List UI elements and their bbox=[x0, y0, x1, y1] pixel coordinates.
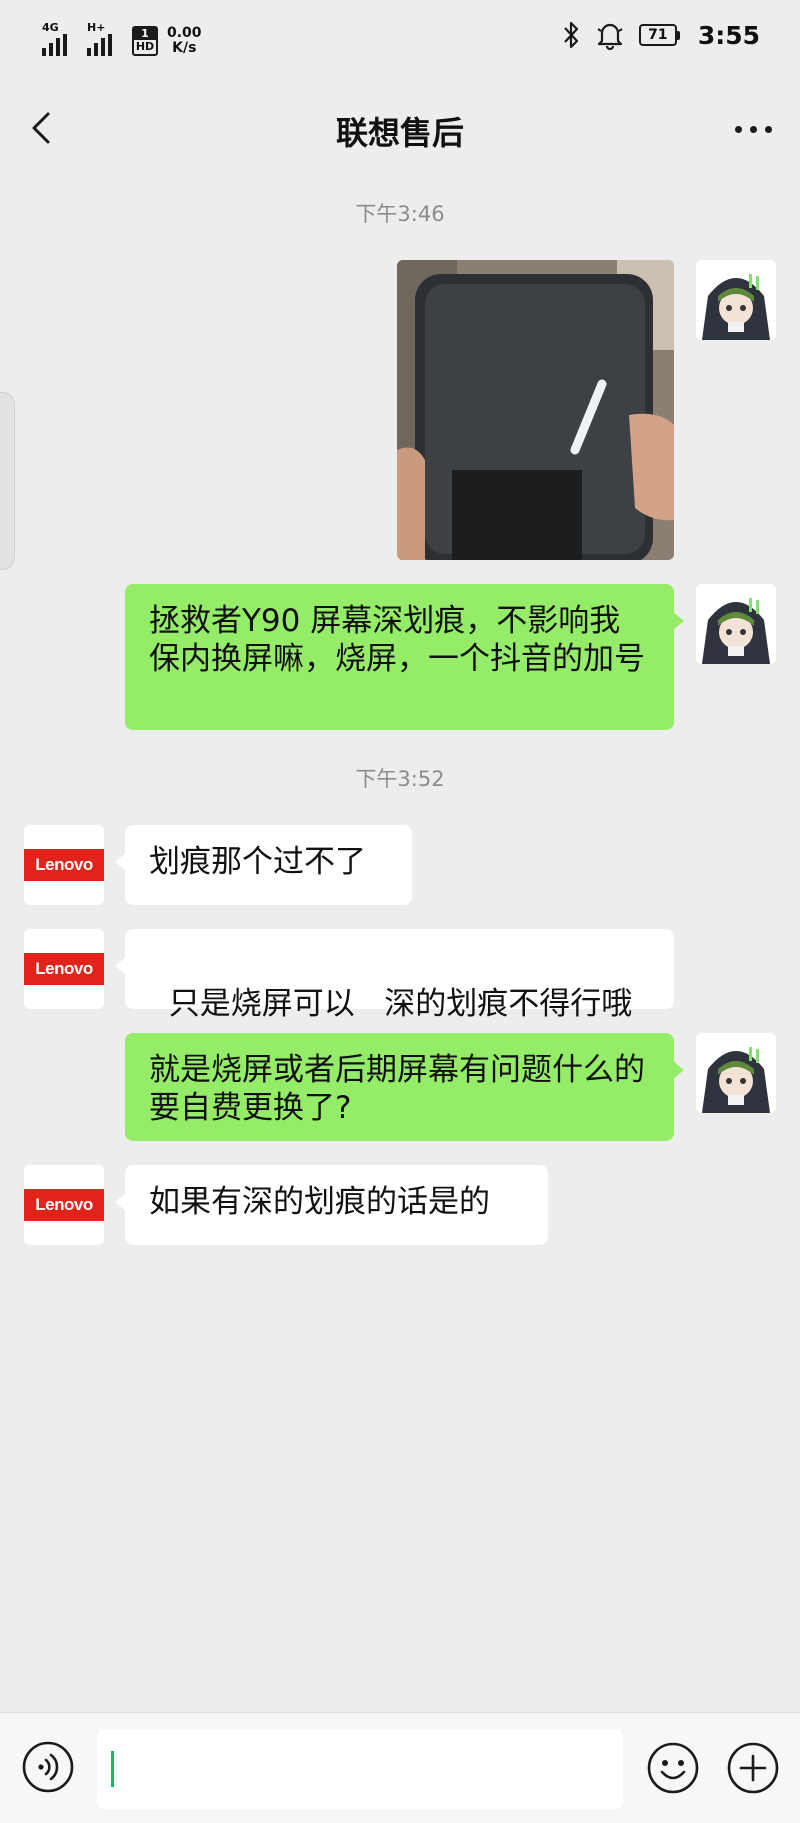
message-text: 拯救者Y90 屏幕深划痕，不影响我保内换屏嘛，烧屏，一个抖音的加号 bbox=[149, 603, 645, 677]
hd-label: HD bbox=[135, 40, 155, 53]
edge-handle[interactable] bbox=[0, 392, 15, 570]
net-speed: 0.00 K/s bbox=[167, 26, 202, 56]
lenovo-logo: Lenovo bbox=[24, 1189, 104, 1221]
battery-level: 71 bbox=[638, 24, 677, 46]
lenovo-avatar[interactable]: Lenovo bbox=[24, 1165, 104, 1245]
clock: 3:55 bbox=[697, 20, 760, 50]
message-text: 划痕那个过不了 bbox=[149, 844, 366, 880]
chat-title: 联想售后 bbox=[335, 114, 464, 152]
message-text: 只是烧屏可以 深的划痕不得行哦 bbox=[168, 986, 633, 1022]
bluetooth-icon bbox=[561, 20, 581, 50]
more-dots-icon[interactable] bbox=[735, 126, 772, 133]
self-avatar[interactable] bbox=[696, 260, 776, 340]
network-type-2: H+ bbox=[87, 21, 106, 34]
self-avatar[interactable] bbox=[696, 1033, 776, 1113]
lenovo-avatar[interactable]: Lenovo bbox=[24, 929, 104, 1009]
text-caret bbox=[111, 1751, 114, 1787]
message-input[interactable] bbox=[97, 1729, 623, 1809]
voice-icon[interactable] bbox=[22, 1741, 74, 1793]
status-right: 71 3:55 bbox=[561, 20, 760, 50]
timestamp: 下午3:46 bbox=[355, 202, 445, 226]
status-bar: 4G H+ 1 HD 0.00 K/s 71 3:55 bbox=[0, 0, 800, 80]
network-type-1: 4G bbox=[42, 21, 59, 34]
message-bubble-incoming[interactable]: 只是烧屏可以 深的划痕不得行哦 bbox=[115, 929, 674, 1022]
message-bubble-outgoing[interactable]: 拯救者Y90 屏幕深划痕，不影响我保内换屏嘛，烧屏，一个抖音的加号 bbox=[125, 584, 684, 730]
net-speed-unit: K/s bbox=[172, 40, 197, 56]
emoji-icon[interactable] bbox=[646, 1741, 700, 1795]
signal-hplus-icon: H+ bbox=[87, 22, 123, 56]
message-bubble-incoming[interactable]: 划痕那个过不了 bbox=[115, 825, 412, 905]
hd-icon: 1 HD bbox=[132, 26, 158, 56]
timestamp: 下午3:52 bbox=[355, 767, 445, 791]
message-text: 如果有深的划痕的话是的 bbox=[149, 1184, 490, 1220]
message-bubble-outgoing[interactable]: 就是烧屏或者后期屏幕有问题什么的要自费更换了? bbox=[125, 1033, 684, 1141]
sent-photo[interactable] bbox=[397, 260, 674, 560]
battery-icon: 71 bbox=[638, 24, 680, 46]
lenovo-logo: Lenovo bbox=[24, 953, 104, 985]
lenovo-logo: Lenovo bbox=[24, 849, 104, 881]
lenovo-avatar[interactable]: Lenovo bbox=[24, 825, 104, 905]
bell-icon bbox=[595, 20, 625, 50]
self-avatar[interactable] bbox=[696, 584, 776, 664]
message-text: 就是烧屏或者后期屏幕有问题什么的要自费更换了? bbox=[149, 1052, 645, 1126]
message-bubble-incoming[interactable]: 如果有深的划痕的话是的 bbox=[115, 1165, 548, 1245]
net-speed-value: 0.00 bbox=[167, 25, 202, 41]
status-left: 4G H+ 1 HD 0.00 K/s bbox=[42, 22, 202, 56]
input-bar bbox=[0, 1712, 800, 1823]
signal-4g-icon: 4G bbox=[42, 22, 78, 56]
plus-icon[interactable] bbox=[726, 1741, 780, 1795]
nav-bar: 联想售后 bbox=[0, 80, 800, 176]
hd-sim-number: 1 bbox=[133, 28, 157, 40]
